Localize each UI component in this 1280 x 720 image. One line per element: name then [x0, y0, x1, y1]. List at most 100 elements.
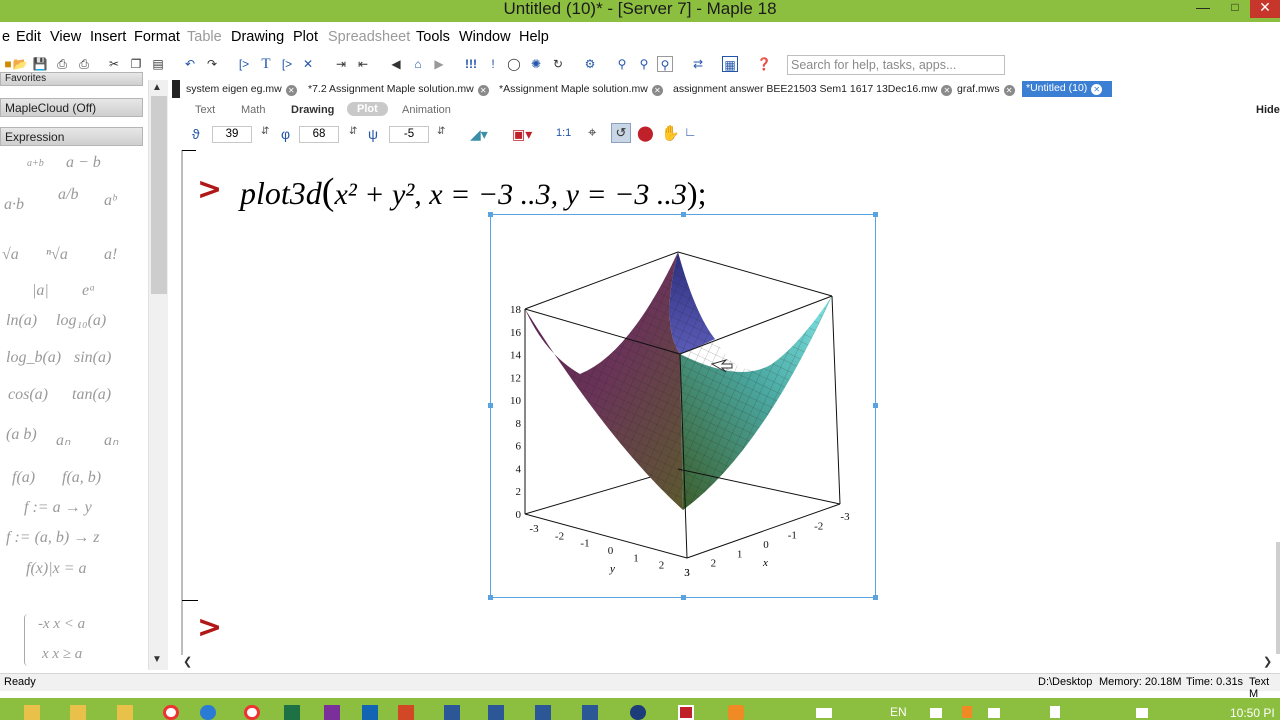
scroll-thumb[interactable] — [151, 96, 167, 294]
keyboard-icon[interactable] — [816, 708, 832, 718]
resize-handle[interactable] — [873, 403, 878, 408]
palette-item[interactable]: log₁₀(a) — [56, 312, 106, 330]
resize-handle[interactable] — [681, 212, 686, 217]
palette-item[interactable]: eᵃ — [82, 282, 95, 300]
context-tab-plot[interactable]: Plot — [347, 102, 388, 116]
palette-item[interactable]: f(x)|x = a — [26, 560, 87, 578]
folder-icon[interactable] — [24, 705, 40, 720]
tab-system-eigen[interactable]: system eigen eg.mw ✕ — [186, 82, 297, 97]
palette-item[interactable]: a·b — [4, 196, 24, 214]
tab-assignment-answer[interactable]: assignment answer BEE21503 Sem1 1617 13D… — [673, 82, 953, 97]
close-icon[interactable]: ✕ — [1003, 85, 1015, 96]
palette-item[interactable]: (a b) — [6, 426, 37, 444]
paste-icon[interactable]: ▤ — [150, 56, 166, 72]
onenote-icon[interactable] — [324, 705, 340, 720]
chrome-icon[interactable] — [163, 705, 179, 720]
palette-item[interactable]: √a — [2, 246, 19, 264]
resize-handle[interactable] — [488, 212, 493, 217]
palette-item[interactable]: f(a, b) — [62, 469, 101, 487]
menu-drawing[interactable]: Drawing — [231, 29, 284, 45]
palette-item[interactable]: a − b — [66, 154, 101, 172]
tray-icon[interactable] — [930, 708, 942, 718]
palette-item[interactable]: ⁿ√a — [46, 246, 68, 264]
menu-format[interactable]: Format — [134, 29, 180, 45]
context-tab-math[interactable]: Math — [241, 104, 265, 116]
excel-icon[interactable] — [284, 705, 300, 720]
close-button[interactable]: ✕ — [1250, 0, 1280, 18]
outdent-icon[interactable]: ⇤ — [355, 56, 371, 72]
resize-handle[interactable] — [488, 595, 493, 600]
hide-button[interactable]: Hide — [1256, 104, 1280, 116]
palette-item[interactable]: aᵇ — [104, 192, 116, 210]
zoom-in-icon[interactable]: ⚲ — [614, 56, 630, 72]
close-icon[interactable]: ✕ — [1091, 84, 1103, 95]
tab-72-assignment[interactable]: *7.2 Assignment Maple solution.mw ✕ — [308, 82, 489, 97]
tab-graf[interactable]: graf.mws ✕ — [957, 82, 1015, 97]
palette-item[interactable]: a! — [104, 246, 117, 264]
indent-icon[interactable]: ⇥ — [333, 56, 349, 72]
maplecloud-header[interactable]: MapleCloud (Off) — [0, 98, 143, 117]
palette-item[interactable]: sin(a) — [74, 349, 111, 367]
math-mode-icon[interactable]: [> — [279, 56, 295, 72]
open-icon[interactable]: 📂 — [12, 56, 28, 72]
theta-field[interactable]: 39 — [212, 126, 252, 143]
menu-view[interactable]: View — [50, 29, 81, 45]
powerpoint-icon[interactable] — [398, 705, 414, 720]
palette-item[interactable]: a+b — [27, 158, 44, 169]
palette-item[interactable]: cos(a) — [8, 386, 48, 404]
palette-item[interactable]: f(a) — [12, 469, 35, 487]
palette-item[interactable]: log_b(a) — [6, 349, 61, 367]
word-icon[interactable] — [582, 705, 598, 720]
tab-scroll-icon[interactable] — [172, 80, 180, 98]
print-preview-icon[interactable]: ⎙ — [76, 56, 92, 72]
surface-style-icon[interactable]: ◢▾ — [470, 126, 488, 143]
palette-item[interactable]: aₙ — [104, 430, 118, 450]
math-input[interactable]: plot3d(x² + y², x = −3 ..3, y = −3 ..3); — [240, 170, 706, 214]
expression-header[interactable]: Expression — [0, 127, 143, 146]
tray-icon[interactable] — [988, 708, 1000, 718]
word-icon[interactable] — [488, 705, 504, 720]
context-tab-animation[interactable]: Animation — [402, 104, 451, 116]
context-tab-drawing[interactable]: Drawing — [291, 104, 334, 116]
theta-spinner[interactable]: ⇵ — [261, 126, 269, 137]
execution-group-icon[interactable]: [> — [236, 56, 252, 72]
debug-icon[interactable]: ✺ — [528, 56, 544, 72]
network-icon[interactable] — [1050, 706, 1060, 718]
palette-item[interactable]: |a| — [32, 282, 49, 300]
palette-item[interactable]: x x ≥ a — [42, 646, 82, 663]
search-input[interactable]: Search for help, tasks, apps... — [787, 55, 1005, 75]
menu-tools[interactable]: Tools — [416, 29, 450, 45]
menu-table[interactable]: Table — [187, 29, 222, 45]
resize-handle[interactable] — [873, 595, 878, 600]
color-scheme-icon[interactable]: ▣▾ — [512, 126, 532, 143]
menu-plot[interactable]: Plot — [293, 29, 318, 45]
scroll-left-icon[interactable]: ❮ — [183, 655, 192, 668]
favorites-header[interactable]: Favorites — [0, 72, 143, 86]
close-icon[interactable]: ✕ — [651, 85, 663, 96]
outlook-icon[interactable] — [362, 705, 378, 720]
minimize-button[interactable]: — — [1188, 0, 1218, 18]
horizontal-scrollbar[interactable]: ❮ ❯ — [181, 655, 1280, 669]
pan-icon[interactable]: ⌖ — [588, 124, 596, 141]
menu-window[interactable]: Window — [459, 29, 511, 45]
close-icon[interactable]: ✕ — [941, 85, 953, 96]
text-mode-icon[interactable]: T — [258, 56, 274, 72]
scroll-up-icon[interactable]: ▲ — [152, 82, 162, 93]
language-indicator[interactable]: EN — [890, 705, 907, 719]
menu-file[interactable]: e — [2, 29, 10, 45]
word-icon[interactable] — [535, 705, 551, 720]
phi-spinner[interactable]: ⇵ — [349, 126, 357, 137]
settings-icon[interactable]: ⚙ — [582, 56, 598, 72]
rotate-icon[interactable]: ↺ — [611, 123, 631, 143]
scale-icon[interactable]: ⬤ — [637, 124, 654, 142]
resize-handle[interactable] — [488, 403, 493, 408]
close-icon[interactable]: ✕ — [285, 85, 297, 96]
execute-all-icon[interactable]: !!! — [463, 56, 479, 72]
folder-icon[interactable] — [70, 705, 86, 720]
hand-icon[interactable]: ✋ — [661, 124, 680, 142]
vertical-scroll-thumb[interactable] — [1276, 542, 1280, 654]
tab-assignment-solution[interactable]: *Assignment Maple solution.mw ✕ — [499, 82, 663, 97]
print-icon[interactable]: ⎙ — [54, 56, 70, 72]
copy-icon[interactable]: ❐ — [128, 56, 144, 72]
scale-ratio-button[interactable]: 1:1 — [556, 127, 571, 139]
